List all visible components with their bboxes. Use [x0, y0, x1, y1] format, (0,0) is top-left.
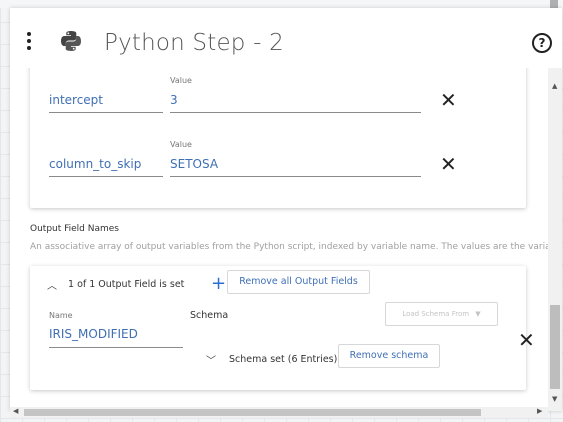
param-value-field[interactable]: 3 — [170, 93, 421, 113]
vertical-scrollbar[interactable]: ▲ ▼ — [548, 68, 562, 411]
panel-content: intercept Value 3 ✕ column_to_skip Value… — [10, 68, 548, 411]
schema-label: Schema — [190, 310, 229, 321]
dropdown-caret-icon: ▼ — [475, 310, 481, 318]
python-step-panel: Python Step - 2 ? intercept Value 3 ✕ co… — [10, 8, 562, 411]
scroll-left-arrow-icon[interactable]: ◀ — [13, 407, 18, 415]
vertical-scroll-thumb[interactable] — [550, 305, 560, 389]
output-section-description: An associative array of output variables… — [30, 242, 548, 252]
param-value-field[interactable]: SETOSA — [170, 157, 421, 177]
load-schema-label: Load Schema From — [402, 310, 470, 318]
param-value-label: Value — [170, 140, 192, 149]
param-value-label: Value — [170, 76, 192, 85]
param-name-field[interactable]: intercept — [49, 93, 163, 113]
output-field-card: ︿ 1 of 1 Output Field is set + Remove al… — [30, 266, 535, 390]
remove-output-field-icon[interactable]: ✕ — [518, 330, 535, 350]
canvas-corner — [550, 0, 558, 8]
output-name-label: Name — [49, 311, 73, 320]
remove-param-icon[interactable]: ✕ — [440, 90, 457, 110]
add-output-field-icon[interactable]: + — [211, 275, 226, 293]
expand-schema-chevron-icon[interactable]: ﹀ — [206, 352, 216, 367]
canvas-top-strip — [0, 0, 563, 8]
horizontal-scrollbar[interactable]: ◀ ▶ — [10, 407, 548, 418]
scroll-right-arrow-icon[interactable]: ▶ — [537, 407, 542, 415]
panel-header: Python Step - 2 ? — [10, 8, 562, 68]
schema-set-text: Schema set (6 Entries) — [229, 354, 338, 365]
output-name-field[interactable]: IRIS_MODIFIED — [49, 327, 183, 348]
param-name-field[interactable]: column_to_skip — [49, 157, 163, 177]
parameters-card: intercept Value 3 ✕ column_to_skip Value… — [30, 68, 526, 208]
horizontal-scroll-thumb[interactable] — [24, 409, 481, 416]
collapse-chevron-icon[interactable]: ︿ — [47, 277, 57, 292]
load-schema-dropdown[interactable]: Load Schema From ▼ — [385, 302, 498, 326]
remove-schema-button[interactable]: Remove schema — [338, 344, 440, 368]
kebab-menu-icon[interactable] — [25, 32, 33, 52]
remove-all-output-fields-button[interactable]: Remove all Output Fields — [227, 270, 370, 294]
remove-param-icon[interactable]: ✕ — [440, 154, 457, 174]
output-status-text: 1 of 1 Output Field is set — [68, 279, 185, 290]
help-icon[interactable]: ? — [532, 33, 552, 53]
panel-title: Python Step - 2 — [104, 30, 284, 56]
scroll-down-arrow-icon[interactable]: ▼ — [552, 395, 557, 403]
python-logo-icon — [61, 31, 81, 51]
scroll-up-arrow-icon[interactable]: ▲ — [552, 82, 557, 90]
output-section-title: Output Field Names — [30, 224, 119, 234]
